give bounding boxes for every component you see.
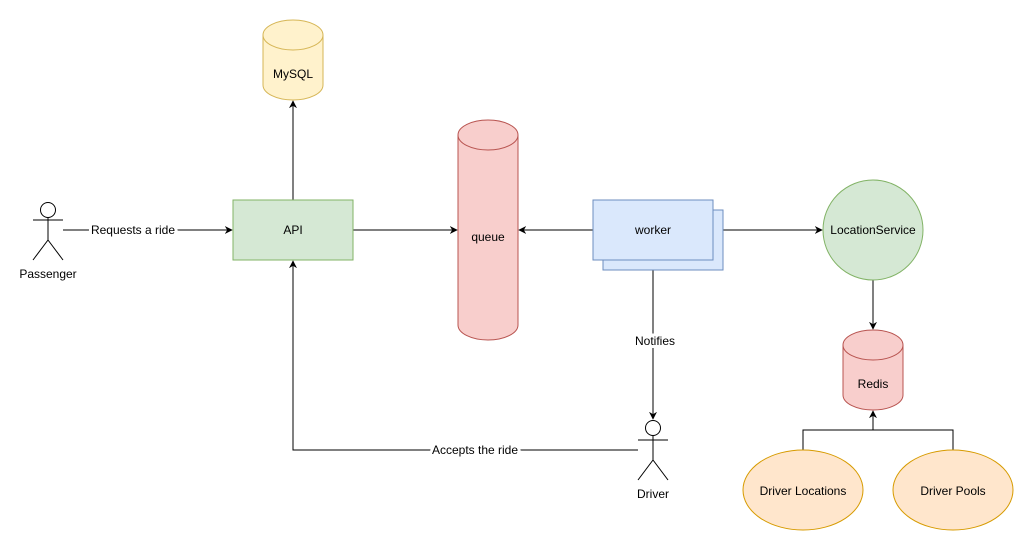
diagram: Requests a ride Notifies Accepts the rid… [19,19,1014,531]
driver-locations-label: Driver Locations [760,484,847,498]
edge-label-accepts: Accepts the ride [432,443,518,457]
passenger-label: Passenger [19,267,76,281]
queue-label: queue [471,230,505,244]
redis-label: Redis [858,377,889,391]
edge-label-requests: Requests a ride [91,223,175,237]
mysql-cylinder[interactable] [262,19,324,101]
edge-driverlocations-redis [802,429,954,450]
driver-pools-label: Driver Pools [920,484,985,498]
api-label: API [283,223,302,237]
mysql-label: MySQL [273,67,313,81]
driver-label: Driver [637,487,669,501]
driver-actor-icon [637,420,669,481]
diagram-canvas: Requests a ride Notifies Accepts the rid… [0,0,1034,551]
edge-label-notifies: Notifies [635,334,675,348]
location-service-label: LocationService [830,223,916,237]
worker-label: worker [634,223,671,237]
redis-cylinder[interactable] [842,329,904,411]
passenger-actor-icon [32,202,64,261]
